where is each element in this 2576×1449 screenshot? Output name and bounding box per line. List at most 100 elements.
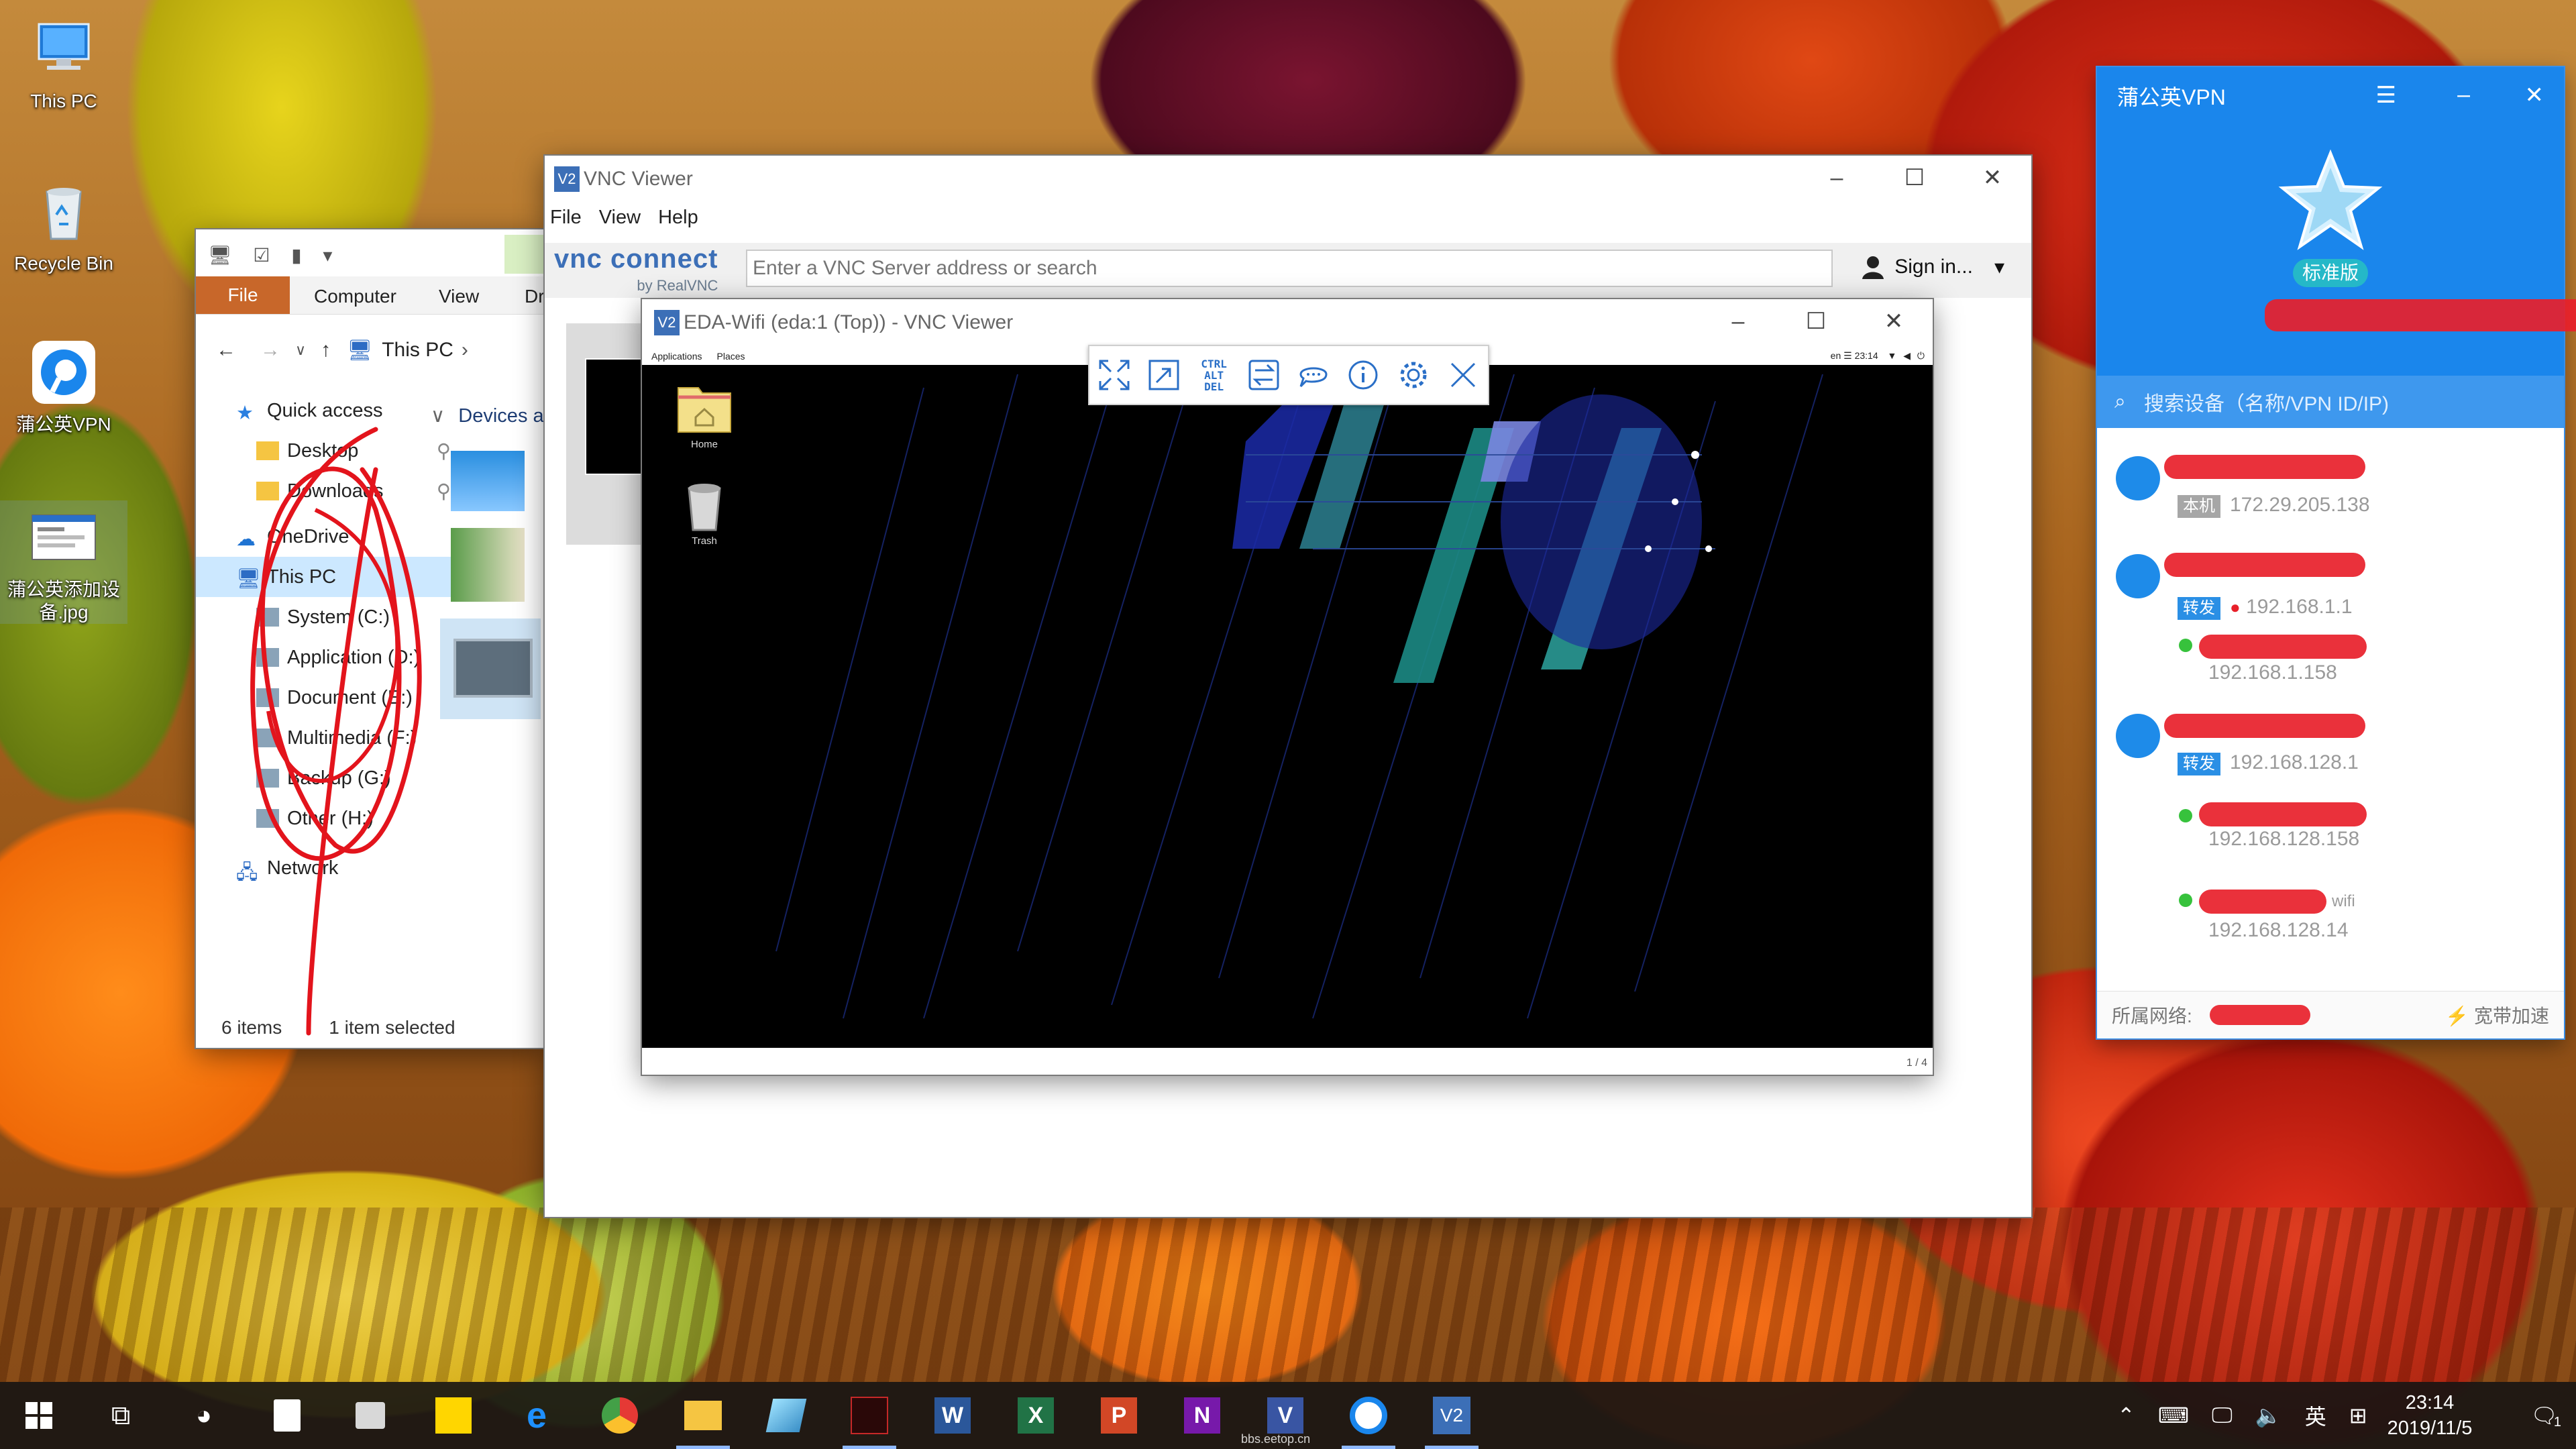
router-avatar-icon xyxy=(2116,714,2160,758)
remote-status-area: en ☰ 23:14 ▼ ◀ ⏻ xyxy=(1830,350,1925,361)
chevron-up-icon[interactable]: ⌃ xyxy=(2117,1403,2135,1428)
taskbar-app-video-player[interactable] xyxy=(334,1382,407,1449)
vnc-icon: V2 xyxy=(1433,1397,1470,1434)
usb-icon[interactable]: ⌨ xyxy=(2158,1403,2189,1428)
remote-menu-applications[interactable]: Applications xyxy=(651,351,702,362)
app-icon: ◕ xyxy=(195,1400,213,1430)
ctrl-alt-del-button[interactable]: CTRL ALT DEL xyxy=(1194,355,1234,395)
menu-icon[interactable]: ☰ xyxy=(2376,82,2396,109)
onenote-icon: N xyxy=(1184,1397,1220,1434)
settings-button[interactable] xyxy=(1393,355,1434,395)
sign-in-button[interactable]: Sign in... ▾ xyxy=(1860,254,2004,280)
network-icon[interactable]: 🖵 xyxy=(2212,1403,2233,1428)
window-controls: – ☐ ✕ xyxy=(1699,299,1933,343)
redacted-device-name xyxy=(2164,455,2365,479)
info-button[interactable] xyxy=(1343,355,1383,395)
close-button[interactable]: ✕ xyxy=(2525,82,2544,109)
word-icon: W xyxy=(934,1397,971,1434)
folder-icon xyxy=(684,1401,722,1430)
remote-icon-trash[interactable]: Trash xyxy=(667,479,741,547)
peer-row-device-128-158[interactable]: 192.168.128.158 xyxy=(2208,828,2359,851)
volume-icon[interactable]: 🔈 xyxy=(2255,1403,2282,1428)
tag-relay: 转发 xyxy=(2178,753,2220,775)
potplayer-icon xyxy=(435,1397,472,1434)
network-icon: ▼ xyxy=(1887,350,1897,361)
menu-view[interactable]: View xyxy=(599,207,641,229)
info-icon xyxy=(1348,360,1378,390)
peer-row-router-128[interactable]: 转发 192.168.128.1 xyxy=(2178,751,2359,775)
start-button[interactable] xyxy=(3,1382,75,1449)
peer-row-router-1[interactable]: 转发 ● 192.168.1.1 xyxy=(2178,596,2353,620)
pgy-vpn-window: 蒲公英VPN ☰ – ✕ 标准版 ⌕ 搜索设备（名称/VPN ID/IP) 本机… xyxy=(2097,67,2576,1038)
menu-bar: File View Help xyxy=(550,207,698,229)
redacted-network-name xyxy=(2210,1005,2310,1025)
page-indicator: 1 / 4 xyxy=(1906,1057,1927,1069)
taskbar-app-word[interactable]: W xyxy=(916,1382,989,1449)
server-address-search[interactable] xyxy=(746,250,1833,287)
taskbar-app-pgy-vpn[interactable] xyxy=(1332,1382,1405,1449)
minimize-button[interactable]: – xyxy=(2457,82,2470,108)
task-view-button[interactable]: ⧉ xyxy=(85,1382,157,1449)
window-title: VNC Viewer xyxy=(584,168,693,190)
taskbar-app-vnc-viewer[interactable]: V2 xyxy=(1415,1382,1488,1449)
remote-icon-home[interactable]: Home xyxy=(667,378,741,450)
transfer-icon xyxy=(1248,360,1279,390)
close-icon xyxy=(1450,362,1475,388)
tag-relay: 转发 xyxy=(2178,597,2220,620)
close-button[interactable]: ✕ xyxy=(1855,299,1933,343)
taskbar-app-ie[interactable]: e xyxy=(500,1382,573,1449)
minimize-button[interactable]: – xyxy=(1699,299,1777,343)
taskbar-app-acrobat[interactable] xyxy=(833,1382,906,1449)
file-transfer-button[interactable] xyxy=(1244,355,1284,395)
close-button[interactable]: ✕ xyxy=(1953,156,2031,200)
account-star-icon xyxy=(2278,149,2383,250)
peer-row-device-158[interactable]: 192.168.1.158 xyxy=(2208,661,2337,684)
taskbar-app-onenote[interactable]: N xyxy=(1166,1382,1238,1449)
taskbar-app-potplayer[interactable] xyxy=(417,1382,490,1449)
close-session-button[interactable] xyxy=(1443,355,1483,395)
scale-button[interactable] xyxy=(1144,355,1184,395)
taskbar-app-chrome[interactable] xyxy=(584,1382,656,1449)
video-icon xyxy=(356,1402,385,1429)
minimize-button[interactable]: – xyxy=(1798,156,1876,200)
calculator-icon xyxy=(274,1399,301,1432)
chat-button[interactable] xyxy=(1293,355,1334,395)
clock-time: 23:14 xyxy=(2405,1392,2455,1413)
fullscreen-button[interactable] xyxy=(1094,355,1134,395)
watermark: bbs.eetop.cn xyxy=(1241,1432,1311,1446)
vpn-footer: 所属网络: ⚡ 宽带加速 xyxy=(2097,991,2564,1038)
user-icon xyxy=(1862,256,1884,279)
network-label: 所属网络: xyxy=(2112,1006,2192,1026)
action-center-button[interactable]: 🗨 1 xyxy=(2530,1382,2561,1449)
taskbar-app-calculator[interactable] xyxy=(251,1382,323,1449)
power-icon: ⏻ xyxy=(1917,350,1925,361)
menu-file[interactable]: File xyxy=(550,207,582,229)
maximize-button[interactable]: ☐ xyxy=(1777,299,1855,343)
device-search[interactable]: ⌕ 搜索设备（名称/VPN ID/IP) xyxy=(2097,376,2564,428)
redacted-device-name xyxy=(2199,802,2367,826)
device-name-fragment: wifi xyxy=(2332,892,2355,910)
clock[interactable]: 23:14 2019/11/5 xyxy=(2363,1390,2497,1441)
remote-menu-places[interactable]: Places xyxy=(717,351,745,362)
settings-icon xyxy=(1400,362,1427,388)
vnc-logo-icon: V2 xyxy=(654,310,680,335)
vnc-session-window: V2 EDA-Wifi (eda:1 (Top)) - VNC Viewer –… xyxy=(642,299,1933,1075)
online-status-dot xyxy=(2179,809,2192,822)
peer-row-device-128-14[interactable]: 192.168.128.14 xyxy=(2208,919,2349,942)
taskbar-app-powerpoint[interactable]: P xyxy=(1083,1382,1155,1449)
taskbar-app-excel[interactable]: X xyxy=(1000,1382,1072,1449)
taskbar-app-cloud-music[interactable]: ◕ xyxy=(168,1382,240,1449)
menu-help[interactable]: Help xyxy=(658,207,698,229)
broadband-boost-button[interactable]: ⚡ 宽带加速 xyxy=(2445,1002,2549,1028)
maximize-button[interactable]: ☐ xyxy=(1876,156,1953,200)
remote-desktop-view[interactable]: Applications Places en ☰ 23:14 ▼ ◀ ⏻ Hom… xyxy=(642,347,1933,1048)
remote-wallpaper xyxy=(775,374,1823,1019)
redacted-device-name xyxy=(2199,890,2326,914)
connection-thumbnail[interactable] xyxy=(566,323,656,545)
ime-indicator[interactable]: 英 xyxy=(2305,1400,2326,1431)
peer-row-self[interactable]: 本机 172.29.205.138 xyxy=(2178,494,2370,518)
user-avatar-icon xyxy=(2116,456,2160,500)
taskbar-app-file-explorer[interactable] xyxy=(667,1382,739,1449)
scale-icon xyxy=(1148,360,1179,390)
taskbar-app-paint3d[interactable] xyxy=(750,1382,822,1449)
